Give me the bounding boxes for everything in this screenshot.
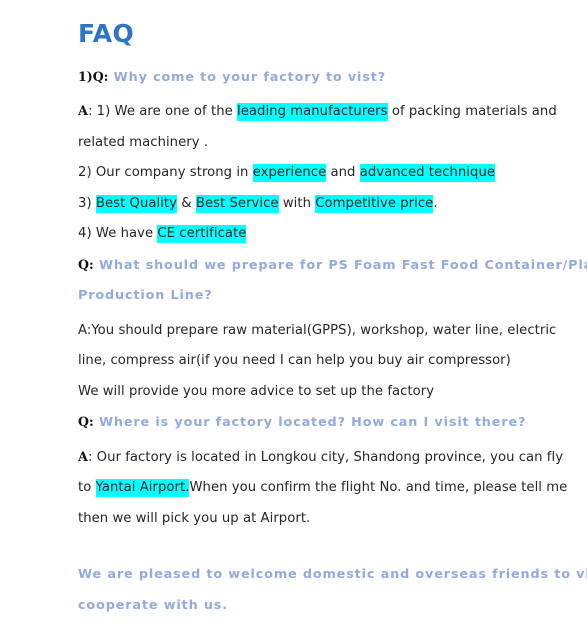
question-text-2b: Production Line? [78,288,213,303]
answer-run: : Our factory is located in Longkou city… [87,449,564,465]
highlight-run: Yantai Airport. [95,479,190,497]
answer-line: to Yantai Airport.When you confirm the f… [78,473,567,504]
faq-question-line-2: Production Line? [78,281,567,312]
highlight-run: Competitive price [315,194,434,213]
question-label-2: Q: [78,256,94,272]
faq-document-page: FAQ 1)Q: Why come to your factory to vis… [0,0,587,626]
answer-label-3: A [78,449,88,465]
page-title: FAQ [78,19,135,48]
answer-run: We will provide you more advice to set u… [78,383,435,399]
answer-line: related machinery . [78,128,567,159]
answer-run: 4) We have [78,226,158,241]
faq-answer-1: A: 1) We are one of the leading manufact… [78,97,567,250]
faq-question-line-1: Q: What should we prepare for PS Foam Fa… [78,250,587,282]
answer-line: 2) Our company strong in experience and … [78,158,567,189]
highlight-run: Best Service [195,194,279,213]
question-label-1: 1)Q: [78,68,109,84]
answer-run: related machinery . [78,134,209,150]
question-text-3: Where is your factory located? How can I… [98,415,527,430]
answer-line: line, compress air(if you need I can hel… [78,346,567,377]
answer-run: When you confirm the flight No. and time… [189,480,568,495]
question-text-1: Why come to your factory to vist? [113,69,387,85]
answer-line: We will provide you more advice to set u… [78,377,567,408]
answer-run: then we will pick you up at Airport. [78,510,311,526]
closing-line-2: cooperate with us. [78,597,228,613]
answer-line: 3) Best Quality & Best Service with Comp… [78,189,567,220]
answer-run: & [177,195,196,211]
answer-line: 4) We have CE certificate [78,219,567,250]
faq-answer-2: A:You should prepare raw material(GPPS),… [78,316,567,408]
answer-run: with [278,195,316,211]
answer-run: line, compress air(if you need I can hel… [78,353,511,368]
closing-line-1: We are pleased to welcome domestic and o… [78,567,587,582]
highlight-run: Best Quality [95,194,178,213]
answer-run: : 1) We are one of the [87,104,238,119]
answer-run: 3) [78,195,96,211]
answer-run: . [433,195,438,211]
answer-run: A:You should prepare raw material(GPPS),… [78,322,557,338]
answer-line: then we will pick you up at Airport. [78,504,567,535]
faq-item-2: Q: What should we prepare for PS Foam Fa… [78,250,587,408]
answer-line: A:You should prepare raw material(GPPS),… [78,316,567,347]
question-label-3: Q: [78,414,94,429]
answer-run: 2) Our company strong in [78,165,253,180]
faq-answer-3: A: Our factory is located in Longkou cit… [78,443,567,535]
highlight-run: leading manufacturers [237,103,388,121]
faq-question-line-1: 1)Q: Why come to your factory to vist? [78,62,567,94]
answer-run: to [78,480,96,495]
faq-question-line-3: Q: Where is your factory located? How ca… [78,407,567,439]
highlight-run: CE certificate [157,225,247,243]
closing-statement: We are pleased to welcome domestic and o… [78,560,587,621]
answer-label-1: A [78,104,88,119]
answer-run: of packing materials and [387,104,557,119]
highlight-run: advanced technique [359,164,496,182]
answer-run: and [326,165,360,180]
answer-line: A: Our factory is located in Longkou cit… [78,443,567,474]
answer-line: A: 1) We are one of the leading manufact… [78,97,567,128]
highlight-run: experience [252,164,327,182]
question-text-2a: What should we prepare for PS Foam Fast … [98,257,587,273]
faq-item-3: Q: Where is your factory located? How ca… [78,407,567,534]
faq-item-1: 1)Q: Why come to your factory to vist? A… [78,62,567,250]
